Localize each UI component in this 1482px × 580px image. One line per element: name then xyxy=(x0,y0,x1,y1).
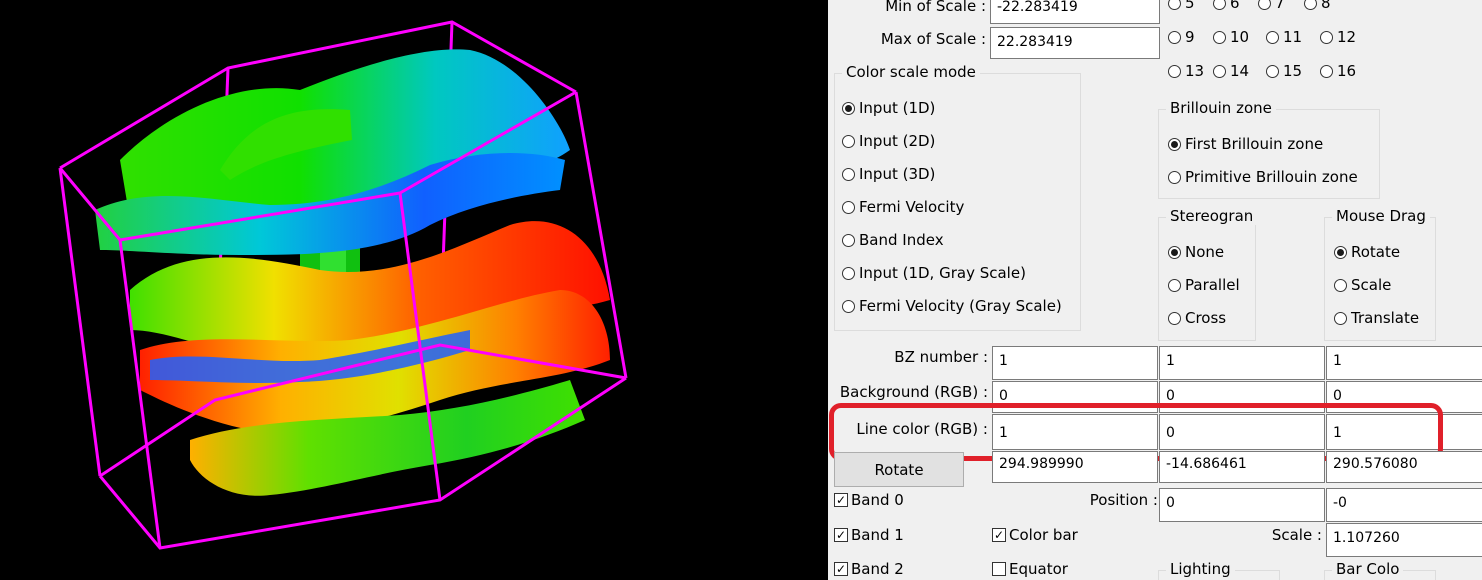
background-b-input[interactable]: 0 xyxy=(1326,381,1482,413)
stereo-parallel-radio[interactable]: Parallel xyxy=(1168,276,1240,294)
bz-number-input-1[interactable]: 1 xyxy=(992,346,1158,380)
stereo-none-radio[interactable]: None xyxy=(1168,243,1224,261)
bz-first-radio[interactable]: First Brillouin zone xyxy=(1168,135,1323,153)
color-mode-band-index[interactable]: Band Index xyxy=(842,231,944,249)
checkmark-icon: ✓ xyxy=(834,493,848,507)
fermi-surface-render xyxy=(58,20,628,550)
band-radio-12[interactable]: 12 xyxy=(1320,28,1356,46)
drag-rotate-radio[interactable]: Rotate xyxy=(1334,243,1400,261)
rotate-button[interactable]: Rotate xyxy=(834,452,964,487)
color-mode-fermi-velocity[interactable]: Fermi Velocity xyxy=(842,198,964,216)
band-radio-10[interactable]: 10 xyxy=(1213,28,1249,46)
band-radio-8[interactable]: 8 xyxy=(1304,0,1331,12)
control-panel: Min of Scale : -22.283419 Max of Scale :… xyxy=(828,0,1482,580)
background-rgb-label: Background (RGB) : xyxy=(839,383,988,401)
drag-scale-radio[interactable]: Scale xyxy=(1334,276,1391,294)
bar-color-title: Bar Colo xyxy=(1332,560,1404,578)
bz-number-input-2[interactable]: 1 xyxy=(1159,346,1325,380)
color-bar-checkbox[interactable]: ✓ Color bar xyxy=(992,526,1078,544)
line-color-label: Line color (RGB) : xyxy=(856,420,988,438)
color-mode-input-1d-gray[interactable]: Input (1D, Gray Scale) xyxy=(842,264,1026,282)
bz-number-label: BZ number : xyxy=(894,348,988,366)
band-radio-6[interactable]: 6 xyxy=(1213,0,1240,12)
band-1-checkbox[interactable]: ✓ Band 1 xyxy=(834,526,904,544)
color-scale-mode-title: Color scale mode xyxy=(842,63,980,81)
line-color-r-input[interactable]: 1 xyxy=(992,414,1158,450)
lighting-title: Lighting xyxy=(1166,560,1235,578)
color-mode-fermi-velocity-gray[interactable]: Fermi Velocity (Gray Scale) xyxy=(842,297,1062,315)
band-2-checkbox[interactable]: ✓ Band 2 xyxy=(834,560,904,578)
drag-translate-radio[interactable]: Translate xyxy=(1334,309,1419,327)
background-r-input[interactable]: 0 xyxy=(992,381,1158,413)
band-radio-16[interactable]: 16 xyxy=(1320,62,1356,80)
checkmark-icon: ✓ xyxy=(992,528,1006,542)
rotate-x-input[interactable]: 294.989990 xyxy=(992,451,1158,483)
band-radio-13[interactable]: 13 xyxy=(1168,62,1204,80)
scale-input[interactable]: 1.107260 xyxy=(1326,523,1482,557)
rotate-z-input[interactable]: 290.576080 xyxy=(1326,451,1482,483)
position-x-input[interactable]: 0 xyxy=(1159,488,1325,522)
band-radio-9[interactable]: 9 xyxy=(1168,28,1195,46)
fermi-surface-viewport[interactable] xyxy=(0,0,828,580)
min-scale-label: Min of Scale : xyxy=(885,0,986,15)
bz-number-input-3[interactable]: 1 xyxy=(1326,346,1482,380)
max-scale-input[interactable]: 22.283419 xyxy=(990,27,1160,59)
color-mode-input-2d[interactable]: Input (2D) xyxy=(842,132,935,150)
checkmark-icon: ✓ xyxy=(834,528,848,542)
line-color-b-input[interactable]: 1 xyxy=(1326,414,1482,450)
bz-primitive-radio[interactable]: Primitive Brillouin zone xyxy=(1168,168,1358,186)
mouse-drag-title: Mouse Drag xyxy=(1332,207,1430,225)
band-radio-7[interactable]: 7 xyxy=(1258,0,1285,12)
brillouin-zone-title: Brillouin zone xyxy=(1166,99,1276,117)
position-label: Position : xyxy=(1089,491,1158,509)
band-radio-11[interactable]: 11 xyxy=(1266,28,1302,46)
min-scale-input[interactable]: -22.283419 xyxy=(990,0,1160,24)
position-y-input[interactable]: -0 xyxy=(1326,488,1482,522)
band-radio-5[interactable]: 5 xyxy=(1168,0,1195,12)
equator-checkbox[interactable]: Equator xyxy=(992,560,1068,578)
line-color-g-input[interactable]: 0 xyxy=(1159,414,1325,450)
stereo-cross-radio[interactable]: Cross xyxy=(1168,309,1226,327)
band-radio-15[interactable]: 15 xyxy=(1266,62,1302,80)
band-radio-14[interactable]: 14 xyxy=(1213,62,1249,80)
color-mode-input-3d[interactable]: Input (3D) xyxy=(842,165,935,183)
max-scale-label: Max of Scale : xyxy=(880,30,986,48)
background-g-input[interactable]: 0 xyxy=(1159,381,1325,413)
band-0-checkbox[interactable]: ✓ Band 0 xyxy=(834,491,904,509)
scale-label: Scale : xyxy=(1271,526,1322,544)
stereogram-title: Stereogran xyxy=(1166,207,1262,225)
rotate-y-input[interactable]: -14.686461 xyxy=(1159,451,1325,483)
color-mode-input-1d[interactable]: Input (1D) xyxy=(842,99,935,117)
checkmark-icon: ✓ xyxy=(834,562,848,576)
